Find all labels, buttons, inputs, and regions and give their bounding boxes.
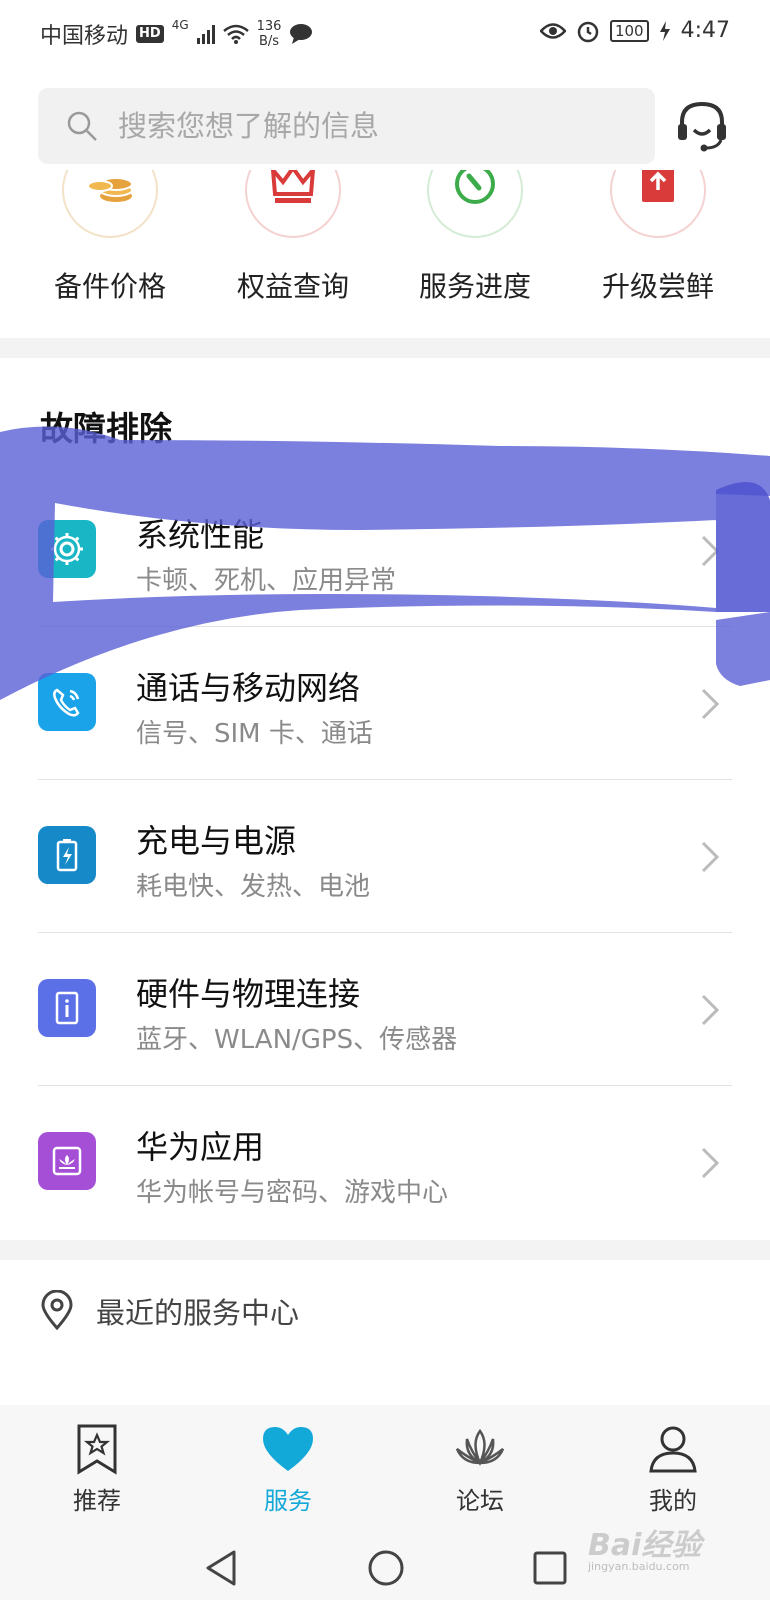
bookmark-star-icon xyxy=(77,1424,117,1475)
heart-icon xyxy=(263,1427,313,1471)
signal-icon xyxy=(196,24,215,44)
carrier-name: 中国移动 xyxy=(40,24,129,49)
quick-entry-parts-price[interactable]: 备件价格 xyxy=(20,170,200,335)
network-speed: 136 B/s xyxy=(257,19,282,49)
section-divider xyxy=(0,338,770,358)
watermark: Bai经验 jingyan.baidu.com xyxy=(588,1520,701,1573)
phone-icon xyxy=(38,673,96,731)
chevron-right-icon xyxy=(701,1147,720,1179)
huawei-app-icon xyxy=(38,1132,96,1190)
item-subtitle: 信号、SIM 卡、通话 xyxy=(136,719,373,749)
status-right: 100 4:47 xyxy=(539,18,730,43)
bottom-navigation: 推荐 服务 论坛 我的 xyxy=(0,1405,770,1530)
speed-value: 136 xyxy=(256,19,282,34)
chevron-right-icon xyxy=(701,688,720,720)
search-icon xyxy=(67,111,97,141)
charging-icon xyxy=(659,20,670,41)
quick-entry-service-progress[interactable]: 服务进度 xyxy=(385,170,565,335)
item-title: 华为应用 xyxy=(136,1128,265,1166)
item-title: 充电与电源 xyxy=(136,822,297,860)
nav-label: 我的 xyxy=(649,1487,697,1515)
item-subtitle: 耗电快、发热、电池 xyxy=(136,872,371,902)
chevron-right-icon xyxy=(701,994,720,1026)
nav-label: 服务 xyxy=(264,1487,312,1515)
watermark-url: jingyan.baidu.com xyxy=(588,1560,690,1573)
item-subtitle: 华为帐号与密码、游戏中心 xyxy=(136,1178,449,1208)
crown-icon xyxy=(245,170,341,238)
battery-indicator: 100 xyxy=(609,19,649,42)
nav-tab-service[interactable]: 服务 xyxy=(218,1423,358,1523)
hardware-icon xyxy=(38,979,96,1037)
chevron-right-icon xyxy=(701,841,720,873)
nav-label: 论坛 xyxy=(456,1487,504,1515)
message-icon xyxy=(290,24,313,44)
search-input[interactable] xyxy=(118,109,598,143)
person-icon xyxy=(649,1426,697,1473)
customer-service-icon[interactable] xyxy=(674,98,730,154)
upgrade-icon xyxy=(610,170,706,238)
troubleshoot-item-hardware[interactable]: 硬件与物理连接 蓝牙、WLAN/GPS、传感器 xyxy=(0,933,770,1086)
nav-tab-recommend[interactable]: 推荐 xyxy=(27,1423,167,1523)
item-subtitle: 卡顿、死机、应用异常 xyxy=(136,566,397,596)
recents-icon[interactable] xyxy=(530,1548,570,1588)
quick-entry-label: 服务进度 xyxy=(418,270,531,303)
nav-tab-me[interactable]: 我的 xyxy=(603,1423,743,1523)
speed-unit: B/s xyxy=(259,34,280,49)
coins-icon xyxy=(62,170,158,238)
troubleshoot-item-charging-power[interactable]: 充电与电源 耗电快、发热、电池 xyxy=(0,780,770,933)
lotus-icon xyxy=(455,1428,505,1467)
wrench-icon xyxy=(427,170,523,238)
quick-entry-label: 升级尝鲜 xyxy=(601,270,714,303)
section-divider xyxy=(0,1240,770,1260)
gear-icon xyxy=(38,520,96,578)
search-bar[interactable] xyxy=(38,88,655,164)
status-left: 中国移动 HD 4G 136 B/s xyxy=(40,18,313,50)
quick-entry-benefits[interactable]: 权益查询 xyxy=(203,170,383,335)
quick-entry-label: 权益查询 xyxy=(236,270,349,303)
item-title: 系统性能 xyxy=(136,516,265,554)
troubleshooting-list: 系统性能 卡顿、死机、应用异常 通话与移动网络 信号、SIM 卡、通话 充电与电… xyxy=(0,474,770,1239)
section-title-troubleshooting: 故障排除 xyxy=(40,409,172,448)
watermark-text: Bai经验 xyxy=(588,1528,702,1563)
quick-entries: 备件价格 权益查询 服务进度 升级尝鲜 xyxy=(0,170,770,335)
network-type: 4G xyxy=(171,18,189,32)
nearby-label: 最近的服务中心 xyxy=(96,1296,300,1330)
wifi-icon xyxy=(222,24,249,44)
nav-tab-forum[interactable]: 论坛 xyxy=(410,1423,550,1523)
battery-icon xyxy=(38,826,96,884)
troubleshoot-item-huawei-apps[interactable]: 华为应用 华为帐号与密码、游戏中心 xyxy=(0,1086,770,1239)
troubleshoot-item-calls-network[interactable]: 通话与移动网络 信号、SIM 卡、通话 xyxy=(0,627,770,780)
clock: 4:47 xyxy=(680,18,730,43)
nearest-service-center[interactable]: 最近的服务中心 xyxy=(0,1262,770,1362)
item-subtitle: 蓝牙、WLAN/GPS、传感器 xyxy=(136,1025,458,1055)
hd-badge: HD xyxy=(136,25,164,43)
eye-icon xyxy=(539,22,566,39)
nav-label: 推荐 xyxy=(73,1487,121,1515)
status-bar: 中国移动 HD 4G 136 B/s 100 4:47 xyxy=(0,0,770,70)
chevron-right-icon xyxy=(701,535,720,567)
home-icon[interactable] xyxy=(366,1548,406,1588)
item-title: 硬件与物理连接 xyxy=(136,975,361,1013)
troubleshoot-item-system-performance[interactable]: 系统性能 卡顿、死机、应用异常 xyxy=(0,474,770,627)
location-pin-icon xyxy=(41,1290,73,1330)
quick-entry-upgrade[interactable]: 升级尝鲜 xyxy=(568,170,748,335)
quick-entry-label: 备件价格 xyxy=(53,270,166,303)
alarm-icon xyxy=(577,21,599,42)
back-icon[interactable] xyxy=(202,1548,242,1588)
item-title: 通话与移动网络 xyxy=(136,669,361,707)
